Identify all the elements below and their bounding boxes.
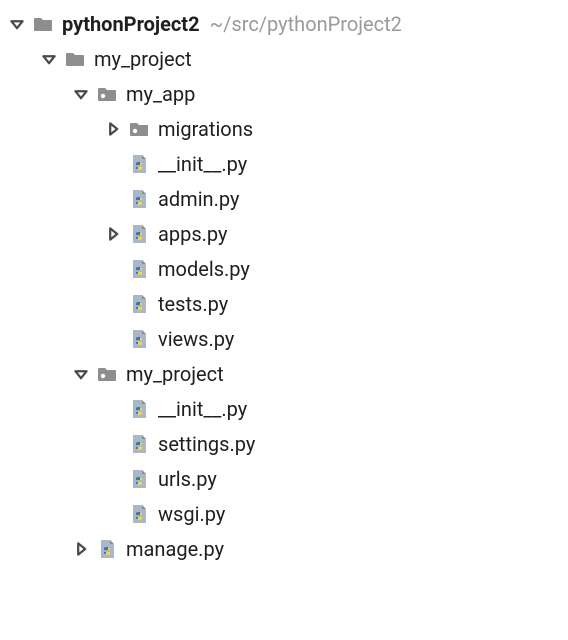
tree-row[interactable]: __init__.py [0, 146, 568, 181]
tree-row[interactable]: urls.py [0, 461, 568, 496]
tree-item-label: migrations [158, 117, 253, 141]
tree-item-label: models.py [158, 257, 250, 281]
tree-item-label: my_project [94, 47, 192, 71]
chevron-right-icon[interactable] [104, 120, 122, 138]
tree-item-label: manage.py [126, 537, 224, 561]
tree-row[interactable]: manage.py [0, 531, 568, 566]
tree-row[interactable]: tests.py [0, 286, 568, 321]
python-file-icon [128, 188, 150, 210]
python-file-icon [128, 468, 150, 490]
python-file-icon [128, 293, 150, 315]
tree-item-label: settings.py [158, 432, 255, 456]
chevron-down-icon[interactable] [72, 365, 90, 383]
python-file-icon [128, 328, 150, 350]
python-file-icon [128, 258, 150, 280]
tree-item-label: __init__.py [158, 397, 247, 421]
tree-item-label: urls.py [158, 467, 217, 491]
tree-row[interactable]: my_project [0, 41, 568, 76]
tree-row[interactable]: pythonProject2 ~/src/pythonProject2 [0, 6, 568, 41]
tree-row[interactable]: models.py [0, 251, 568, 286]
folder-marked-icon [128, 118, 150, 140]
chevron-down-icon[interactable] [40, 50, 58, 68]
folder-marked-icon [96, 83, 118, 105]
python-file-icon [128, 153, 150, 175]
python-file-icon [128, 223, 150, 245]
tree-row[interactable]: wsgi.py [0, 496, 568, 531]
tree-row[interactable]: migrations [0, 111, 568, 146]
tree-item-label: wsgi.py [158, 502, 225, 526]
tree-row[interactable]: my_app [0, 76, 568, 111]
tree-row[interactable]: admin.py [0, 181, 568, 216]
chevron-down-icon[interactable] [8, 15, 26, 33]
folder-icon [64, 48, 86, 70]
tree-item-path-hint: ~/src/pythonProject2 [210, 12, 402, 36]
tree-item-label: admin.py [158, 187, 239, 211]
tree-item-label: __init__.py [158, 152, 247, 176]
tree-row[interactable]: settings.py [0, 426, 568, 461]
tree-item-label: apps.py [158, 222, 228, 246]
tree-item-label: tests.py [158, 292, 228, 316]
project-tree: pythonProject2 ~/src/pythonProject2 my_pro… [0, 0, 568, 566]
folder-icon [32, 13, 54, 35]
folder-marked-icon [96, 363, 118, 385]
chevron-down-icon[interactable] [72, 85, 90, 103]
tree-row[interactable]: my_project [0, 356, 568, 391]
python-file-icon [128, 503, 150, 525]
python-file-icon [128, 433, 150, 455]
tree-item-label: my_project [126, 362, 224, 386]
python-file-icon [128, 398, 150, 420]
tree-item-label: my_app [126, 82, 195, 106]
tree-item-label: pythonProject2 [62, 12, 200, 36]
tree-row[interactable]: apps.py [0, 216, 568, 251]
python-file-icon [96, 538, 118, 560]
chevron-right-icon[interactable] [72, 540, 90, 558]
chevron-right-icon[interactable] [104, 225, 122, 243]
tree-item-label: views.py [158, 327, 234, 351]
tree-row[interactable]: __init__.py [0, 391, 568, 426]
tree-row[interactable]: views.py [0, 321, 568, 356]
